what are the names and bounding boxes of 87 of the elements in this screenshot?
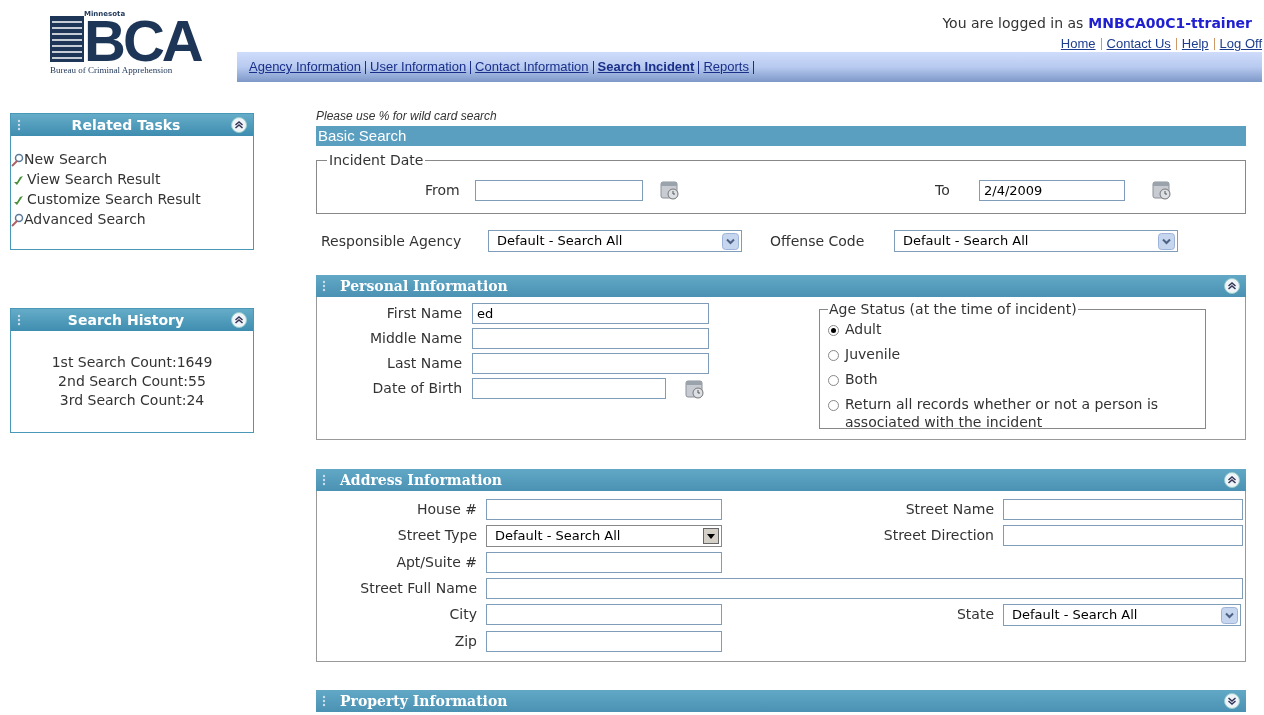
field-label: Street Full Name: [359, 579, 477, 598]
field-label: First Name: [385, 304, 463, 323]
field-label: To: [935, 180, 951, 200]
text-field[interactable]: [1003, 499, 1243, 520]
header-link[interactable]: Home: [1060, 34, 1096, 54]
field-label: Street Name: [904, 500, 994, 519]
magnifier-icon: [11, 152, 24, 167]
dropdown[interactable]: Default - Search All: [486, 525, 722, 547]
field-label: From: [425, 180, 461, 200]
text-field[interactable]: [486, 578, 1243, 599]
expand-icon[interactable]: [1224, 693, 1240, 709]
section-title: Property Information: [340, 691, 509, 711]
task-link[interactable]: Advanced Search: [24, 209, 146, 230]
grip-icon: [322, 695, 326, 707]
field-label: House #: [415, 500, 477, 519]
field-label: State: [955, 605, 994, 624]
history-link[interactable]: 3rd Search Count:24: [59, 391, 205, 410]
radio-button[interactable]: [828, 325, 839, 336]
field-label: Offense Code: [770, 231, 866, 251]
dropdown[interactable]: Default - Search All: [894, 230, 1178, 252]
nav-link[interactable]: Agency Information: [249, 57, 361, 77]
text-field[interactable]: [486, 499, 722, 520]
history-link[interactable]: 1st Search Count:1649: [51, 353, 213, 372]
field-label: Date of Birth: [371, 379, 463, 398]
grip-icon: [322, 474, 326, 486]
collapse-icon[interactable]: [1224, 472, 1240, 488]
calendar-icon[interactable]: [1151, 179, 1173, 201]
nav-link[interactable]: User Information: [370, 57, 467, 77]
grip-icon: [17, 119, 21, 131]
username: MNBCA00C1-ttrainer: [1088, 14, 1252, 33]
task-link[interactable]: Customize Search Result: [27, 189, 201, 210]
task-link[interactable]: View Search Result: [27, 169, 161, 190]
radio-label: Adult: [845, 320, 882, 338]
text-field[interactable]: ed: [472, 303, 709, 324]
radio-label: Juvenile: [845, 345, 901, 363]
radio-label: Return all records whether or not a person is associated with the incident: [845, 395, 1160, 431]
text-field[interactable]: [472, 353, 709, 374]
history-link[interactable]: 2nd Search Count:55: [58, 372, 206, 391]
calendar-icon[interactable]: [659, 179, 681, 201]
group-legend: Incident Date: [327, 150, 426, 171]
dropdown[interactable]: Default - Search All: [488, 230, 742, 252]
header-link[interactable]: Help: [1181, 34, 1209, 54]
field-label: Zip: [453, 632, 477, 651]
collapse-icon[interactable]: [231, 312, 247, 328]
header-link[interactable]: Log Off: [1219, 34, 1262, 54]
nav-link[interactable]: Contact Information: [475, 57, 589, 77]
section-title: Personal Information: [340, 276, 509, 296]
nav-link[interactable]: Search Incident: [597, 57, 695, 77]
task-link[interactable]: New Search: [24, 149, 108, 170]
grip-icon: [322, 280, 326, 292]
field-label: Responsible Agency: [321, 231, 463, 251]
dropdown[interactable]: Default - Search All: [1003, 604, 1241, 626]
field-label: Last Name: [386, 354, 463, 373]
collapse-icon[interactable]: [1224, 278, 1240, 294]
logo-letters: BCA: [84, 18, 201, 64]
magnifier-icon: [11, 212, 24, 227]
text-field[interactable]: 2/4/2009: [979, 179, 1125, 201]
radio-button[interactable]: [828, 400, 839, 411]
field-label: Street Type: [396, 526, 477, 545]
calendar-icon[interactable]: [684, 377, 706, 400]
field-label: Apt/Suite #: [395, 553, 477, 572]
header-link[interactable]: Contact Us: [1106, 34, 1171, 54]
text-field[interactable]: [472, 378, 666, 399]
section-title: Address Information: [340, 470, 503, 490]
text-field[interactable]: [486, 552, 722, 573]
radio-label: Both: [845, 370, 878, 388]
hint-text: Please use % for wild card search: [316, 108, 498, 124]
text-field[interactable]: [1003, 525, 1243, 546]
field-label: Street Direction: [882, 526, 994, 545]
logo-caption: Bureau of Criminal Apprehension: [50, 64, 174, 76]
text-field[interactable]: [475, 179, 643, 201]
text-field[interactable]: [486, 631, 722, 652]
field-label: City: [448, 605, 477, 624]
building-icon: [50, 14, 86, 64]
text-field[interactable]: [472, 328, 709, 349]
section-header: Basic Search: [316, 126, 1246, 146]
radio-button[interactable]: [828, 375, 839, 386]
field-label: Middle Name: [369, 329, 463, 348]
collapse-icon[interactable]: [231, 117, 247, 133]
radio-button[interactable]: [828, 350, 839, 361]
panel-title: Related Tasks: [70, 115, 182, 135]
grip-icon: [17, 314, 21, 326]
login-label: You are logged in as: [942, 14, 1084, 33]
text-field[interactable]: [486, 604, 722, 625]
panel-title: Search History: [66, 310, 186, 330]
nav-link[interactable]: Reports: [703, 57, 749, 77]
group-legend: Age Status (at the time of incident): [828, 299, 1078, 320]
